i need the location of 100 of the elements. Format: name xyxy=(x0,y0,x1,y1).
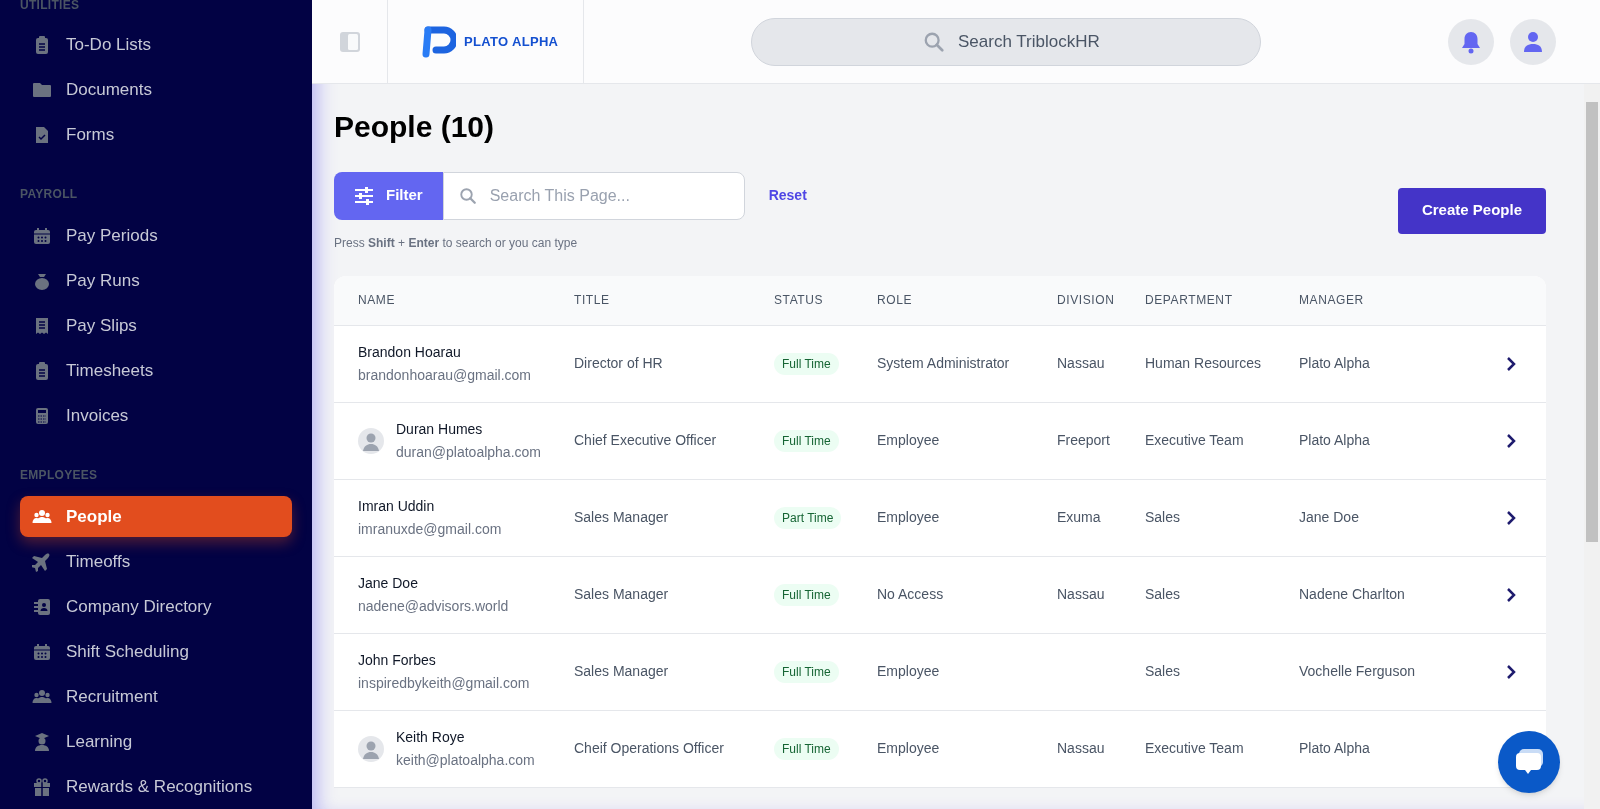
person-email: duran@platoalpha.com xyxy=(396,442,541,462)
logo-icon xyxy=(420,25,456,58)
column-header: DEPARTMENT xyxy=(1145,293,1233,307)
search-icon xyxy=(458,186,477,205)
person-name: Duran Humes xyxy=(396,419,484,439)
person-email: brandonhoarau@gmail.com xyxy=(358,365,531,385)
table-cell: Jane Doe xyxy=(1299,509,1359,525)
column-header: STATUS xyxy=(774,293,824,307)
profile-button[interactable] xyxy=(1510,18,1556,65)
sidebar-item[interactable]: Pay Periods xyxy=(20,215,292,256)
table-cell: Sales Manager xyxy=(574,586,669,602)
sidebar-item[interactable]: Timesheets xyxy=(20,350,292,391)
chat-button[interactable] xyxy=(1498,731,1560,793)
status-badge: Full Time xyxy=(774,352,839,375)
status-badge: Full Time xyxy=(774,583,839,606)
page-search-field[interactable]: Search This Page... xyxy=(442,171,745,220)
sidebar-section-heading: PAYROLL xyxy=(20,187,79,201)
person-email: imranuxde@gmail.com xyxy=(358,519,502,539)
sidebar-item[interactable]: Invoices xyxy=(20,395,292,436)
sidebar-toggle-icon[interactable] xyxy=(338,30,361,53)
table-cell: Chief Executive Officer xyxy=(574,432,717,448)
table-cell: Nadene Charlton xyxy=(1299,586,1405,602)
person-email: inspiredbykeith@gmail.com xyxy=(358,673,530,693)
sidebar-item[interactable]: Forms xyxy=(20,114,292,155)
table-cell: System Administrator xyxy=(877,355,1010,371)
sidebar-item[interactable]: Rewards & Recognitions xyxy=(20,766,292,807)
column-header: NAME xyxy=(358,293,396,307)
create-people-button[interactable]: Create People xyxy=(1397,187,1546,234)
bell-icon xyxy=(1460,29,1482,54)
sidebar-item[interactable]: To-Do Lists xyxy=(20,24,292,65)
sidebar-item[interactable]: People xyxy=(20,496,292,537)
table-cell: Nassau xyxy=(1057,586,1105,602)
graduate-icon xyxy=(32,731,52,752)
table-cell: Sales Manager xyxy=(574,509,669,525)
search-hint: Press Shift + Enter to search or you can type xyxy=(334,234,579,252)
table-cell: Sales xyxy=(1145,509,1181,525)
status-badge: Full Time xyxy=(774,660,839,683)
person-name: Brandon Hoarau xyxy=(358,342,462,362)
chevron-right-icon[interactable] xyxy=(1506,586,1516,603)
sidebar-item[interactable]: Pay Slips xyxy=(20,305,292,346)
column-header: ROLE xyxy=(877,293,913,307)
filter-button[interactable]: Filter xyxy=(334,171,443,220)
table-cell: Sales xyxy=(1145,663,1181,679)
column-header: MANAGER xyxy=(1299,293,1364,307)
sidebar-item[interactable]: Company Directory xyxy=(20,586,292,627)
table-cell: Employee xyxy=(877,740,940,756)
plane-icon xyxy=(32,551,52,572)
reset-link[interactable]: Reset xyxy=(768,185,807,206)
table-cell: Employee xyxy=(877,432,940,448)
search-icon xyxy=(923,30,945,53)
sidebar-item[interactable]: Documents xyxy=(20,69,292,110)
table-cell: Exuma xyxy=(1057,509,1101,525)
page-title: People (10) xyxy=(334,109,496,145)
sidebar-item[interactable]: Timeoffs xyxy=(20,541,292,582)
sidebar-section-heading: EMPLOYEES xyxy=(20,468,99,482)
avatar-placeholder xyxy=(358,735,384,762)
global-search-field[interactable]: Search TriblockHR xyxy=(751,17,1261,66)
person-name: Imran Uddin xyxy=(358,496,436,516)
avatar-placeholder xyxy=(358,427,384,454)
column-header: DIVISION xyxy=(1057,293,1115,307)
sidebar-item[interactable]: Pay Runs xyxy=(20,260,292,301)
chevron-right-icon[interactable] xyxy=(1506,432,1516,449)
gift-icon xyxy=(32,776,52,797)
table-cell: No Access xyxy=(877,586,944,602)
logo-text: PLATO ALPHA xyxy=(464,32,559,51)
person-name: Jane Doe xyxy=(358,573,419,593)
user-icon xyxy=(1523,30,1543,53)
scrollbar[interactable] xyxy=(1584,84,1600,809)
sidebar-item[interactable]: Shift Scheduling xyxy=(20,631,292,672)
table-cell: Human Resources xyxy=(1145,355,1261,371)
column-header: TITLE xyxy=(574,293,610,307)
calendar-icon xyxy=(32,641,52,662)
table-cell: Vochelle Ferguson xyxy=(1299,663,1415,679)
person-email: nadene@advisors.world xyxy=(358,596,509,616)
table-cell: Freeport xyxy=(1057,432,1110,448)
notifications-button[interactable] xyxy=(1448,18,1494,65)
table-cell: Employee xyxy=(877,663,940,679)
table-cell: Plato Alpha xyxy=(1299,740,1370,756)
person-name: Keith Roye xyxy=(396,727,466,747)
table-cell: Plato Alpha xyxy=(1299,355,1370,371)
table-cell: Employee xyxy=(877,509,940,525)
status-badge: Full Time xyxy=(774,737,839,760)
table-cell: Plato Alpha xyxy=(1299,432,1370,448)
table-cell: Nassau xyxy=(1057,740,1105,756)
calendar-icon xyxy=(32,225,52,246)
table-cell: Executive Team xyxy=(1145,740,1244,756)
chevron-right-icon[interactable] xyxy=(1506,355,1516,372)
table-cell: Nassau xyxy=(1057,355,1105,371)
chevron-right-icon[interactable] xyxy=(1506,509,1516,526)
sidebar-item[interactable]: Learning xyxy=(20,721,292,762)
table-cell: Executive Team xyxy=(1145,432,1244,448)
sliders-icon xyxy=(354,186,374,205)
person-email: keith@platoalpha.com xyxy=(396,750,535,770)
table-cell: Sales xyxy=(1145,586,1181,602)
status-badge: Full Time xyxy=(774,429,839,452)
chevron-right-icon[interactable] xyxy=(1506,663,1516,680)
person-name: John Forbes xyxy=(358,650,437,670)
sidebar-section-heading: UTILITIES xyxy=(20,0,81,10)
table-cell: Director of HR xyxy=(574,355,663,371)
sidebar-item[interactable]: Recruitment xyxy=(20,676,292,717)
